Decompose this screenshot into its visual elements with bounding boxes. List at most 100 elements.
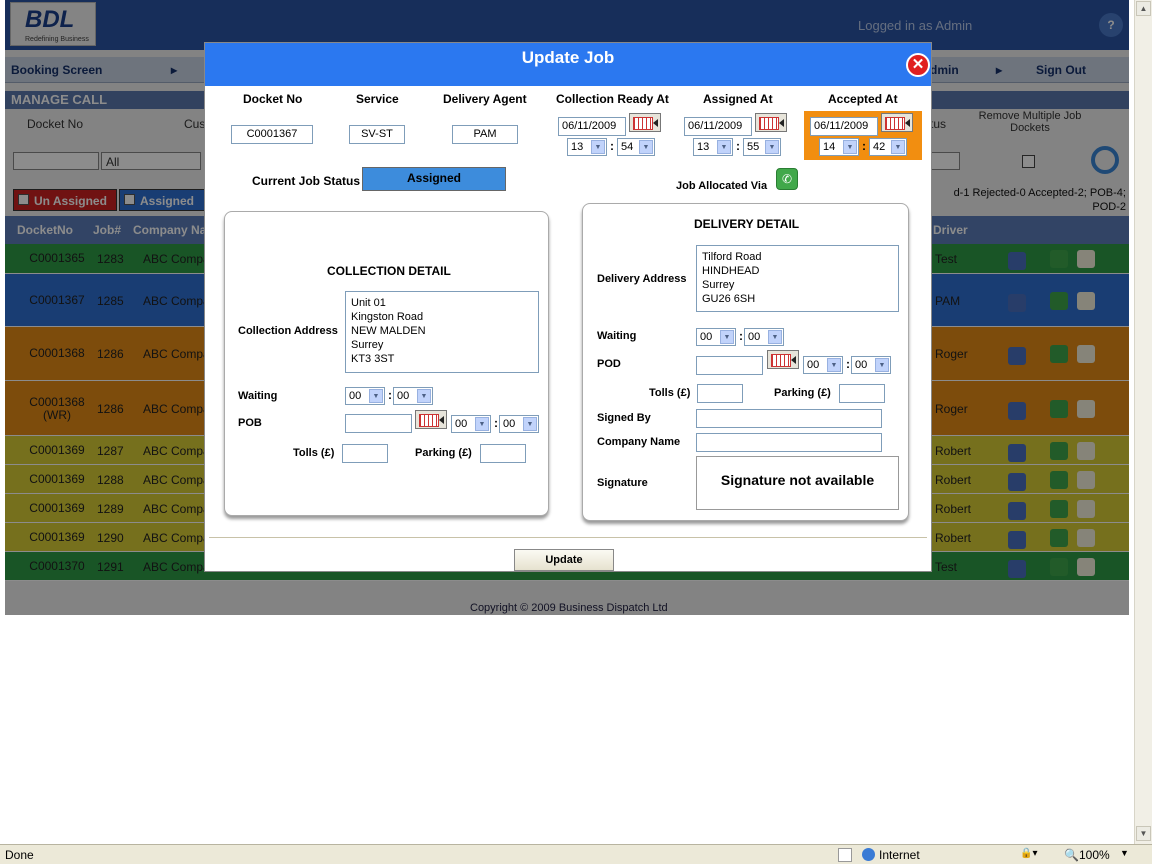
pob-hour-select[interactable]: 00 ▼ <box>451 415 491 433</box>
chevron-down-icon: ▼ <box>417 389 431 403</box>
time-separator: : <box>739 329 743 343</box>
delivery-waiting-hour[interactable]: 00 ▼ <box>696 328 736 346</box>
chevron-up-icon[interactable]: ▲ <box>1136 1 1151 16</box>
status-value: Assigned <box>362 167 506 191</box>
collection-tolls-label: Tolls (£) <box>293 447 335 459</box>
service-header: Service <box>356 92 399 106</box>
dialog-title: Update Job <box>205 43 931 86</box>
time-separator: : <box>388 388 392 402</box>
select-value: 00 <box>748 331 761 343</box>
accepted-minute-select[interactable]: 42 ▼ <box>869 138 907 156</box>
blocked-icon <box>838 848 852 862</box>
signature-box: Signature not available <box>696 456 899 510</box>
zoom-dropdown-icon[interactable]: ▼ <box>1120 848 1129 858</box>
vertical-scrollbar[interactable]: ▲ ▼ <box>1134 0 1152 844</box>
signed-by-field[interactable] <box>696 409 882 428</box>
chevron-down-icon: ▼ <box>768 330 782 344</box>
status-text: Done <box>5 848 34 862</box>
ready-hour-select[interactable]: 13 ▼ <box>567 138 607 156</box>
pob-date-field[interactable] <box>345 414 412 433</box>
chevron-down-icon: ▼ <box>765 140 779 154</box>
company-name-label: Company Name <box>597 436 681 448</box>
chevron-down-icon: ▼ <box>843 140 857 154</box>
chevron-down-icon: ▼ <box>475 417 489 431</box>
select-value: 00 <box>397 390 410 402</box>
collection-parking-label: Parking (£) <box>415 447 472 459</box>
update-job-dialog: Update Job ✕ Docket No Service Delivery … <box>204 42 932 572</box>
zoom-level[interactable]: 100% <box>1079 848 1110 862</box>
pob-minute-select[interactable]: 00 ▼ <box>499 415 539 433</box>
zoom-icon[interactable]: 🔍 <box>1064 848 1079 862</box>
delivery-parking-field[interactable] <box>839 384 885 403</box>
select-value: 14 <box>823 141 836 153</box>
delivery-address-field[interactable]: Tilford Road HINDHEAD Surrey GU26 6SH <box>696 245 899 312</box>
update-button[interactable]: Update <box>514 549 614 571</box>
delivery-address-label: Delivery Address <box>597 273 687 285</box>
ready-date-field[interactable]: 06/11/2009 <box>558 117 626 136</box>
collection-waiting-minute[interactable]: 00 ▼ <box>393 387 433 405</box>
time-separator: : <box>846 357 850 371</box>
company-name-field[interactable] <box>696 433 882 452</box>
calendar-icon[interactable] <box>629 113 661 132</box>
globe-icon <box>862 848 875 861</box>
delivery-waiting-minute[interactable]: 00 ▼ <box>744 328 784 346</box>
assigned-hour-select[interactable]: 13 ▼ <box>693 138 733 156</box>
pod-minute-select[interactable]: 00 ▼ <box>851 356 891 374</box>
close-icon[interactable]: ✕ <box>906 53 930 77</box>
pob-label: POB <box>238 417 262 429</box>
docket-field[interactable]: C0001367 <box>231 125 313 144</box>
select-value: 00 <box>700 331 713 343</box>
select-value: 00 <box>455 418 468 430</box>
select-value: 42 <box>873 141 886 153</box>
collection-parking-field[interactable] <box>480 444 526 463</box>
service-field[interactable]: SV-ST <box>349 125 405 144</box>
pod-date-field[interactable] <box>696 356 763 375</box>
collection-address-field[interactable]: Unit 01 Kingston Road NEW MALDEN Surrey … <box>345 291 539 373</box>
collection-title: COLLECTION DETAIL <box>327 264 451 278</box>
lock-icon[interactable]: 🔒▾ <box>1020 848 1037 859</box>
agent-header: Delivery Agent <box>443 92 527 106</box>
calendar-icon[interactable] <box>767 350 799 369</box>
select-value: 54 <box>621 141 634 153</box>
select-value: 55 <box>747 141 760 153</box>
accepted-hour-select[interactable]: 14 ▼ <box>819 138 859 156</box>
chevron-down-icon[interactable]: ▼ <box>1136 826 1151 841</box>
chevron-down-icon: ▼ <box>523 417 537 431</box>
delivery-parking-label: Parking (£) <box>774 387 831 399</box>
assigned-date-field[interactable]: 06/11/2009 <box>684 117 752 136</box>
collection-address-label: Collection Address <box>238 325 338 337</box>
assigned-minute-select[interactable]: 55 ▼ <box>743 138 781 156</box>
allocated-via-label: Job Allocated Via <box>676 180 768 192</box>
ready-minute-select[interactable]: 54 ▼ <box>617 138 655 156</box>
calendar-icon[interactable] <box>881 113 913 132</box>
delivery-title: DELIVERY DETAIL <box>694 217 800 231</box>
accepted-date-field[interactable]: 06/11/2009 <box>810 117 878 136</box>
chevron-down-icon: ▼ <box>369 389 383 403</box>
calendar-icon[interactable] <box>755 113 787 132</box>
select-value: 00 <box>855 359 868 371</box>
time-separator: : <box>610 139 614 153</box>
chevron-down-icon: ▼ <box>717 140 731 154</box>
collection-waiting-hour[interactable]: 00 ▼ <box>345 387 385 405</box>
assigned-header: Assigned At <box>703 92 773 106</box>
chevron-down-icon: ▼ <box>827 358 841 372</box>
select-value: 13 <box>697 141 710 153</box>
select-value: 13 <box>571 141 584 153</box>
delivery-tolls-field[interactable] <box>697 384 743 403</box>
browser-viewport: BDL Redefining Business Logged in as Admi… <box>0 0 1134 844</box>
browser-status-bar: Done Internet 🔒▾ 🔍 100% ▼ <box>0 844 1152 864</box>
collection-tolls-field[interactable] <box>342 444 388 463</box>
divider <box>209 537 927 538</box>
chevron-down-icon: ▼ <box>875 358 889 372</box>
agent-field[interactable]: PAM <box>452 125 518 144</box>
time-separator: : <box>736 139 740 153</box>
select-value: 00 <box>807 359 820 371</box>
calendar-icon[interactable] <box>415 410 447 429</box>
chevron-down-icon: ▼ <box>891 140 905 154</box>
signature-label: Signature <box>597 477 648 489</box>
delivery-tolls-label: Tolls (£) <box>649 387 691 399</box>
pod-hour-select[interactable]: 00 ▼ <box>803 356 843 374</box>
select-value: 00 <box>349 390 362 402</box>
phone-icon: ✆ <box>776 168 798 190</box>
chevron-down-icon: ▼ <box>720 330 734 344</box>
